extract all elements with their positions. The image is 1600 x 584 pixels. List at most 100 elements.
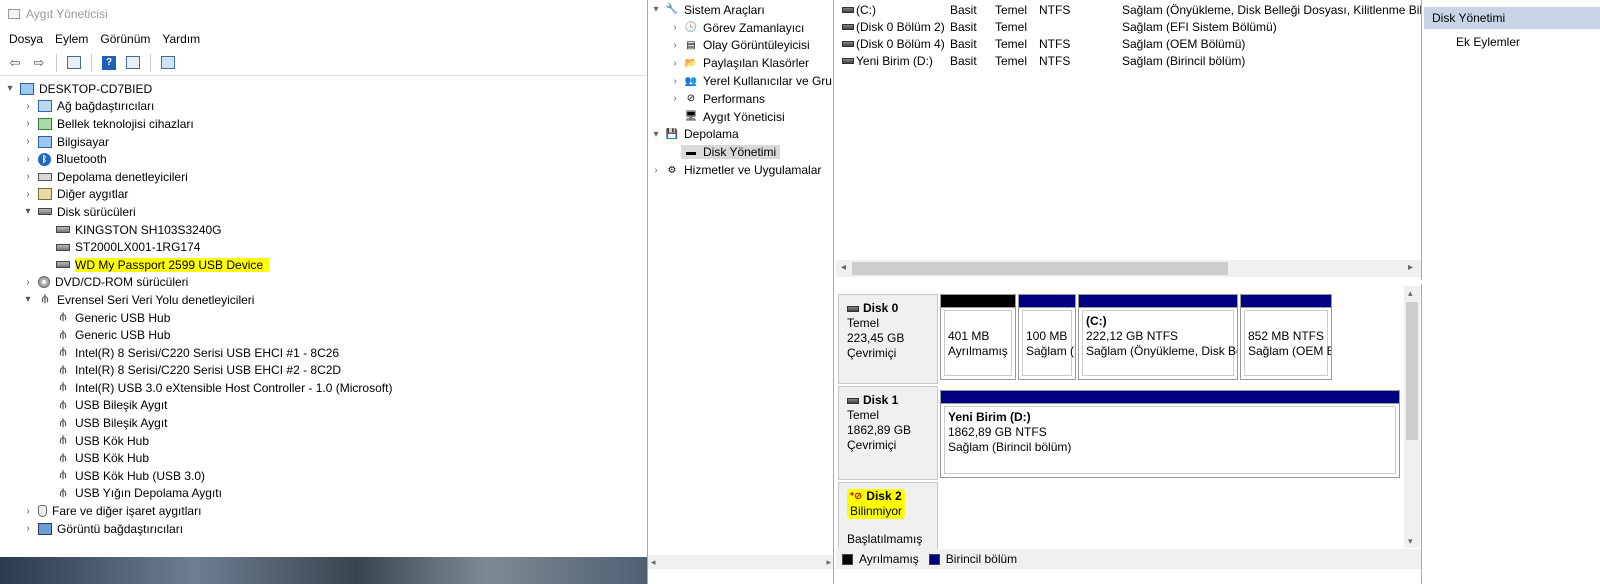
- expand-chevron-icon[interactable]: ›: [669, 58, 681, 69]
- actions-header[interactable]: Disk Yönetimi: [1424, 7, 1600, 29]
- disk-2-header[interactable]: *⊘ Disk 2 Bilinmiyor Başlatılmamış: [838, 482, 938, 550]
- nav-tree-item[interactable]: ▬ Disk Yönetimi: [648, 143, 833, 161]
- device-tree-item[interactable]: ⫛ USB Bileşik Aygıt: [0, 397, 647, 415]
- disk-0-partition-efi[interactable]: 100 MB Sağlam (: [1018, 294, 1076, 380]
- device-tree-item[interactable]: › Bilgisayar: [0, 133, 647, 151]
- device-manager-titlebar[interactable]: Aygıt Yöneticisi: [0, 0, 647, 28]
- menu-action[interactable]: Eylem: [49, 32, 94, 46]
- expand-chevron-icon[interactable]: ›: [22, 101, 34, 112]
- nav-tree-item[interactable]: › ⊘ Performans: [648, 90, 833, 108]
- expand-chevron-icon[interactable]: ▾: [22, 206, 34, 217]
- device-tree-item[interactable]: ⫛ USB Kök Hub: [0, 449, 647, 467]
- device-tree-item[interactable]: ⫛ Generic USB Hub: [0, 309, 647, 327]
- expand-chevron-icon[interactable]: ›: [22, 171, 34, 182]
- nav-tree-item[interactable]: › ⚙ Hizmetler ve Uygulamalar: [648, 161, 833, 179]
- nav-tree-item[interactable]: › 🕓 Görev Zamanlayıcı: [648, 19, 833, 37]
- scroll-right-icon[interactable]: ▸: [1408, 262, 1413, 273]
- expand-chevron-icon[interactable]: ▾: [650, 129, 662, 140]
- disk-0-partition-unallocated[interactable]: 401 MB Ayrılmamış: [940, 294, 1016, 380]
- device-tree-item[interactable]: ST2000LX001-1RG174: [0, 238, 647, 256]
- device-tree-item[interactable]: › Diğer aygıtlar: [0, 186, 647, 204]
- device-tree-item[interactable]: KINGSTON SH103S3240G: [0, 221, 647, 239]
- monitor-icon[interactable]: [157, 53, 179, 73]
- device-tree-item[interactable]: › DVD/CD-ROM sürücüleri: [0, 274, 647, 292]
- device-tree-item[interactable]: ▾ Disk sürücüleri: [0, 203, 647, 221]
- expand-chevron-icon[interactable]: ›: [669, 93, 681, 104]
- expand-chevron-icon[interactable]: ›: [22, 118, 34, 129]
- expand-chevron-icon[interactable]: ›: [22, 136, 34, 147]
- device-tree-item[interactable]: › Fare ve diğer işaret aygıtları: [0, 502, 647, 520]
- nav-tree-item[interactable]: 🖥 Aygıt Yöneticisi: [648, 108, 833, 126]
- menu-help[interactable]: Yardım: [156, 32, 206, 46]
- disk-2-state: Bilinmiyor: [850, 504, 903, 518]
- nav-tree-item[interactable]: › 📂 Paylaşılan Klasörler: [648, 54, 833, 72]
- back-arrow-icon[interactable]: ⇦: [4, 53, 26, 73]
- scroll-down-icon[interactable]: ▾: [1408, 536, 1413, 547]
- expand-chevron-icon[interactable]: ›: [22, 523, 34, 534]
- device-tree-item[interactable]: ⫛ Intel(R) 8 Serisi/C220 Serisi USB EHCI …: [0, 362, 647, 380]
- nav-tree-label: Olay Görüntüleyicisi: [703, 38, 810, 53]
- nav-tree-item[interactable]: › ▤ Olay Görüntüleyicisi: [648, 37, 833, 55]
- scan-hardware-icon[interactable]: [122, 53, 144, 73]
- volume-status: Sağlam (EFI Sistem Bölümü): [1122, 20, 1277, 34]
- menu-view[interactable]: Görünüm: [94, 32, 156, 46]
- scrollbar-thumb[interactable]: [852, 262, 1228, 275]
- disk-1-header[interactable]: Disk 1 Temel 1862,89 GB Çevrimiçi: [838, 386, 938, 480]
- expand-chevron-icon[interactable]: ›: [22, 189, 34, 200]
- device-tree-item[interactable]: › Ağ bağdaştırıcıları: [0, 98, 647, 116]
- device-tree-item[interactable]: ⫛ Intel(R) 8 Serisi/C220 Serisi USB EHCI …: [0, 344, 647, 362]
- horizontal-scrollbar[interactable]: ◂ ▸: [648, 555, 833, 569]
- disk-0-partition-oem[interactable]: 852 MB NTFS Sağlam (OEM B: [1240, 294, 1332, 380]
- vertical-scrollbar[interactable]: ▴ ▾: [1404, 286, 1420, 548]
- disk-0-header[interactable]: Disk 0 Temel 223,45 GB Çevrimiçi: [838, 294, 938, 384]
- volume-row[interactable]: (Disk 0 Bölüm 4) Basit Temel NTFS Sağlam (OE…: [836, 36, 1421, 53]
- toolbar-separator: [56, 53, 57, 72]
- volume-row[interactable]: (C:) Basit Temel NTFS Sağlam (Önyükleme, Dis…: [836, 2, 1421, 19]
- nav-tree-item[interactable]: ▾ 🔧 Sistem Araçları: [648, 1, 833, 19]
- expand-chevron-icon[interactable]: ›: [669, 22, 681, 33]
- expand-chevron-icon[interactable]: ›: [22, 154, 34, 165]
- disk-drive-icon: [56, 226, 70, 234]
- forward-arrow-icon[interactable]: ⇨: [28, 53, 50, 73]
- device-tree-item[interactable]: ⫛ Intel(R) USB 3.0 eXtensible Host Contro…: [0, 379, 647, 397]
- device-tree-item[interactable]: ⫛ USB Kök Hub (USB 3.0): [0, 467, 647, 485]
- volume-row[interactable]: Yeni Birim (D:) Basit Temel NTFS Sağlam (Bir…: [836, 53, 1421, 70]
- properties-view-icon[interactable]: [63, 53, 85, 73]
- expand-chevron-icon[interactable]: ›: [22, 506, 34, 517]
- expand-chevron-icon[interactable]: ▾: [4, 83, 16, 94]
- device-tree-item[interactable]: WD My Passport 2599 USB Device: [0, 256, 647, 274]
- nav-tree-entry: ⚙ Hizmetler ve Uygulamalar: [662, 163, 822, 177]
- expand-chevron-icon[interactable]: ›: [22, 277, 34, 288]
- device-tree-item[interactable]: ⫛ USB Kök Hub: [0, 432, 647, 450]
- menu-file[interactable]: Dosya: [3, 32, 49, 46]
- device-tree-item[interactable]: ⫛ USB Bileşik Aygıt: [0, 414, 647, 432]
- expand-chevron-icon[interactable]: ›: [669, 40, 681, 51]
- device-tree-item[interactable]: ▾ DESKTOP-CD7BIED: [0, 80, 647, 98]
- disk-1-partition-d[interactable]: Yeni Birim (D:) 1862,89 GB NTFS Sağlam (…: [940, 390, 1400, 478]
- nav-tree-label: Disk Yönetimi: [703, 145, 777, 160]
- expand-chevron-icon[interactable]: ▾: [22, 294, 34, 305]
- scrollbar-thumb[interactable]: [1406, 302, 1418, 440]
- scroll-left-icon[interactable]: ◂: [841, 262, 846, 273]
- scroll-up-icon[interactable]: ▴: [1408, 288, 1413, 299]
- disk-0-partition-c[interactable]: (C:) 222,12 GB NTFS Sağlam (Önyükleme, D…: [1078, 294, 1238, 380]
- expand-chevron-icon[interactable]: ›: [669, 76, 681, 87]
- horizontal-scrollbar[interactable]: ◂ ▸: [836, 260, 1421, 277]
- volume-name: Yeni Birim (D:): [856, 54, 933, 68]
- device-tree-item[interactable]: ⫛ Generic USB Hub: [0, 326, 647, 344]
- device-tree-item[interactable]: ⫛ USB Yığın Depolama Aygıtı: [0, 485, 647, 503]
- volume-row[interactable]: (Disk 0 Bölüm 2) Basit Temel Sağlam (EFI Si…: [836, 19, 1421, 36]
- expand-chevron-icon[interactable]: ▾: [650, 4, 662, 15]
- help-icon[interactable]: ?: [98, 53, 120, 73]
- scroll-left-icon[interactable]: ◂: [651, 557, 656, 568]
- device-tree-item[interactable]: › ᛒ Bluetooth: [0, 150, 647, 168]
- device-tree-item[interactable]: ▾ ⫛ Evrensel Seri Veri Yolu denetleyiciler…: [0, 291, 647, 309]
- device-tree-item[interactable]: › Görüntü bağdaştırıcıları: [0, 520, 647, 538]
- expand-chevron-icon[interactable]: ›: [650, 165, 662, 176]
- more-actions-link[interactable]: Ek Eylemler: [1424, 29, 1600, 49]
- nav-tree-item[interactable]: ▾ 💾 Depolama: [648, 126, 833, 144]
- device-tree-item[interactable]: › Depolama denetleyicileri: [0, 168, 647, 186]
- nav-tree-item[interactable]: › 👥 Yerel Kullanıcılar ve Gru: [648, 72, 833, 90]
- scroll-right-icon[interactable]: ▸: [826, 557, 831, 568]
- device-tree-item[interactable]: › Bellek teknolojisi cihazları: [0, 115, 647, 133]
